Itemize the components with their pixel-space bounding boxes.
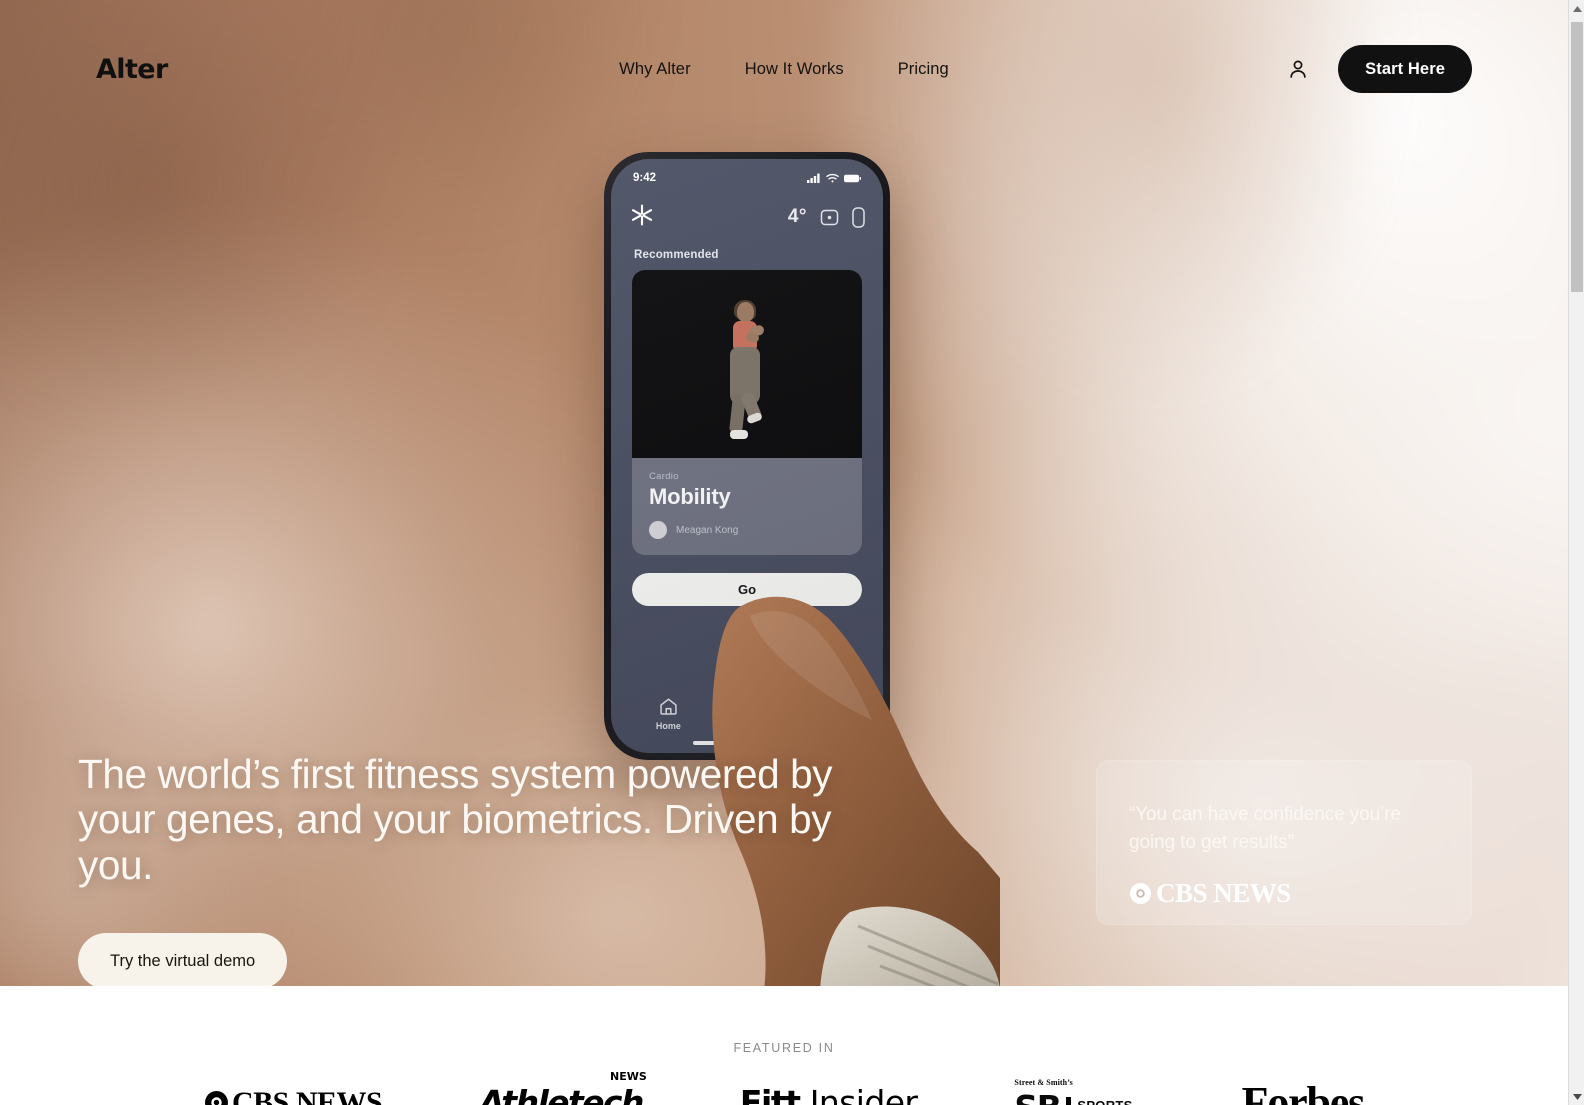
user-icon[interactable] [1286,57,1310,81]
wifi-icon [826,173,839,183]
workout-video-thumbnail [632,270,862,458]
scrollbar-up-arrow[interactable] [1569,0,1584,17]
tab-progress[interactable] [786,696,865,731]
go-button[interactable]: Go [632,573,862,606]
press-logo-athletech-tag: NEWS [610,1070,647,1083]
tab-programs[interactable] [708,696,787,731]
sbj-wordmark: SPORTS BUSINESS [1077,1099,1144,1105]
featured-in-label: FEATURED IN [733,1041,835,1055]
sbj-line-1: SPORTS [1077,1099,1144,1105]
tab-home-label: Home [655,721,681,731]
press-logo-row: CBS NEWS Athletech NEWS Fitt Insider Str… [204,1070,1366,1105]
page-title: The world’s first fitness system powered… [78,751,833,888]
progress-ring-icon [817,698,834,715]
header-actions: Start Here [1286,45,1472,93]
scrollbar-thumb[interactable] [1571,22,1583,292]
status-icons [807,173,861,183]
site-header: Alter Why Alter How It Works Pricing Sta… [0,0,1568,138]
press-logo-insider-text: Insider [809,1083,918,1105]
workout-title: Mobility [649,484,731,509]
press-logo-sports-business-journal: Street & Smith’s SB SPORTS BUSINESS [1014,1078,1144,1105]
cbs-news-wordmark: CBS NEWS [1156,878,1291,909]
cbs-eye-icon [1129,883,1152,905]
nav-item-why-alter[interactable]: Why Alter [609,52,701,87]
athlete-figure [717,300,777,452]
brand-logo[interactable]: Alter [96,54,168,85]
phone-mockup: 9:42 4° Recommended Cardio Mobility Meag… [604,152,890,760]
sbj-main: SB SPORTS BUSINESS [1014,1088,1144,1105]
press-quote-card: “You can have confidence you’re going to… [1096,760,1472,925]
workout-card-body: Cardio Mobility Meagan Kong [632,458,862,555]
avatar [649,521,667,539]
page-viewport: Alter Why Alter How It Works Pricing Sta… [0,0,1568,1105]
try-virtual-demo-button[interactable]: Try the virtual demo [78,933,288,986]
cbs-eye-icon [205,1091,228,1105]
phone-screen: 9:42 4° Recommended Cardio Mobility Meag… [611,159,883,753]
cellular-signal-icon [807,173,820,183]
press-logo-fitt-text: Fitt [739,1083,801,1105]
tab-home[interactable]: Home [629,696,708,731]
device-icon[interactable] [852,206,865,228]
battery-icon [844,174,861,182]
status-time: 9:42 [633,172,657,184]
app-header-right: 4° [788,206,865,228]
press-logo-athletech-text: Athletech [479,1083,644,1105]
workout-card[interactable]: Cardio Mobility Meagan Kong [632,270,862,555]
sbj-mark: SB [1014,1088,1061,1105]
recommended-label: Recommended [634,249,719,261]
browser-scrollbar[interactable] [1568,0,1584,1105]
sbj-divider [1066,1097,1072,1105]
cast-icon[interactable] [820,208,839,227]
nav-item-pricing[interactable]: Pricing [888,52,959,87]
app-header: 4° [611,189,883,245]
home-indicator [693,741,801,745]
cbs-news-logo: CBS NEWS [1129,878,1439,909]
alter-starburst-icon [629,202,655,233]
press-logo-cbs-news: CBS NEWS [204,1085,383,1105]
featured-in-section: FEATURED IN CBS NEWS Athletech NEWS Fitt… [0,986,1568,1105]
streak-value: 4° [787,206,807,227]
press-logo-athletech-news: Athletech NEWS [479,1070,647,1105]
workout-instructor: Meagan Kong [649,521,845,539]
app-tab-bar: Home [611,696,883,735]
phone-status-bar: 9:42 [611,159,883,189]
home-icon [660,698,677,715]
hero-copy: The world’s first fitness system powered… [78,751,898,986]
press-logo-fitt-insider: Fitt Insider [740,1083,918,1105]
workout-category: Cardio [649,471,679,482]
book-icon [738,700,756,713]
press-logo-forbes: Forbes [1241,1078,1366,1105]
press-logo-cbs-text: CBS NEWS [232,1085,383,1105]
sbj-street-smiths: Street & Smith’s [1014,1078,1073,1087]
nav-item-how-it-works[interactable]: How It Works [735,52,854,87]
instructor-name: Meagan Kong [676,524,739,536]
start-here-button[interactable]: Start Here [1338,45,1472,93]
scrollbar-down-arrow[interactable] [1569,1088,1584,1105]
hero-section: Alter Why Alter How It Works Pricing Sta… [0,0,1568,986]
press-quote-text: “You can have confidence you’re going to… [1129,804,1401,853]
